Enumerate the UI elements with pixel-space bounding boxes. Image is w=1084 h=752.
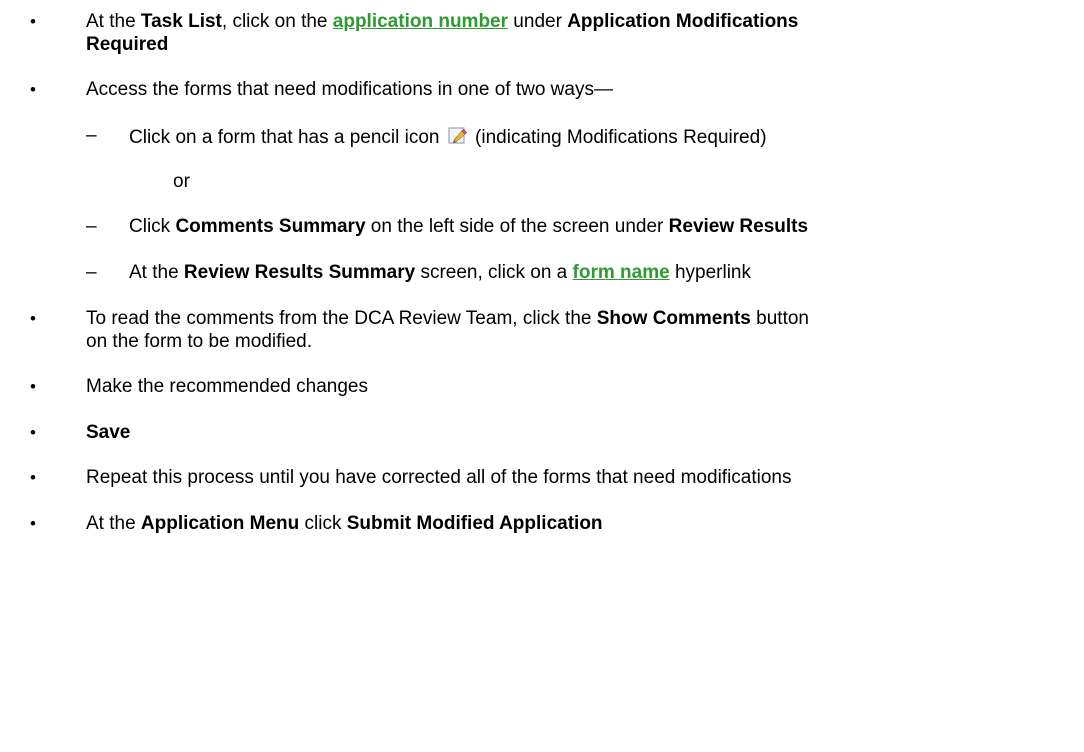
submit-modified-application-label: Submit Modified Application [346,513,603,534]
application-number-link[interactable]: application number [333,11,508,32]
application-menu-label: Application Menu [140,513,300,534]
pencil-icon [448,127,467,144]
item-access-forms: Access the forms that need modifications… [86,79,613,100]
item-save: Save [86,422,131,443]
show-comments-label: Show Comments [596,308,751,329]
review-results-summary-label: Review Results Summary [183,262,416,283]
bullet: • [30,423,36,442]
item-show-comments-continued: on the form to be modified. [86,331,313,352]
sub-item-review-results-summary: At the Review Results Summary screen, cl… [129,262,751,283]
item-repeat-process: Repeat this process until you have corre… [86,467,792,488]
item-task-list: At the Task List, click on the applicati… [86,11,799,32]
sub-item-pencil: Click on a form that has a pencil icon (… [129,127,767,148]
item-task-list-continued: Required [86,34,169,55]
bullet: • [30,377,36,396]
dash: – [86,125,97,146]
item-make-changes: Make the recommended changes [86,376,368,397]
or-text: or [173,171,190,192]
bullet: • [30,12,36,31]
bullet: • [30,514,36,533]
bullet: • [30,80,36,99]
item-show-comments: To read the comments from the DCA Review… [86,308,809,329]
item-submit-modified: At the Application Menu click Submit Mod… [86,513,603,534]
dash: – [86,216,97,237]
application-modifications-label: Application Modifications [567,11,799,32]
instruction-document: • At the Task List, click on the applica… [0,0,1084,752]
form-name-link[interactable]: form name [573,262,670,283]
dash: – [86,262,97,283]
review-results-label: Review Results [668,216,809,237]
bullet: • [30,468,36,487]
bullet: • [30,309,36,328]
comments-summary-label: Comments Summary [175,216,366,237]
task-list-label: Task List [140,11,222,32]
sub-item-comments-summary: Click Comments Summary on the left side … [129,216,809,237]
